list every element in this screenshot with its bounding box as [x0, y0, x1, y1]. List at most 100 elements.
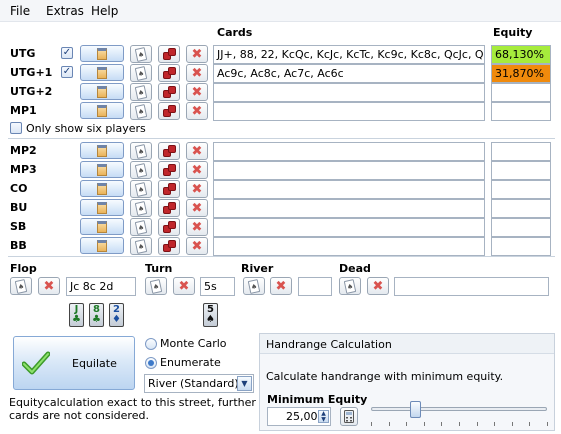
divider [8, 138, 555, 139]
notepad-icon [97, 239, 107, 252]
hand-range-input[interactable] [213, 218, 485, 237]
equilate-button[interactable]: Equilate [13, 336, 135, 390]
player-label: MP2 [10, 144, 37, 157]
range-editor-button[interactable] [80, 102, 124, 119]
hand-range-input[interactable] [213, 142, 485, 161]
card-icon: ♠ [134, 143, 148, 159]
six-players-checkbox[interactable] [10, 122, 22, 134]
range-editor-button[interactable] [80, 142, 124, 159]
random-hand-button[interactable] [158, 161, 180, 179]
board-card: 5 ♠ [203, 303, 218, 327]
hand-range-input[interactable]: Ac9c, Ac8c, Ac7c, Ac6c [213, 64, 485, 83]
dead-input[interactable] [394, 277, 549, 296]
player-label: MP3 [10, 163, 37, 176]
dice-icon [162, 85, 176, 99]
random-hand-button[interactable] [158, 83, 180, 101]
flop-clear-button[interactable]: ✖ [38, 277, 60, 295]
chevron-down-icon: ▼ [237, 376, 252, 391]
player-active-checkbox[interactable]: ✓ [61, 66, 73, 78]
enumerate-radio[interactable] [145, 357, 157, 369]
range-editor-button[interactable] [80, 199, 124, 216]
menu-extras[interactable]: Extras [46, 4, 84, 18]
clear-range-button[interactable]: ✖ [186, 161, 208, 179]
clear-range-button[interactable]: ✖ [186, 83, 208, 101]
equity-header: Equity [493, 26, 533, 39]
flop-card-picker-button[interactable]: ♠ [10, 277, 32, 295]
hand-range-input[interactable]: JJ+, 88, 22, KcQc, KcJc, KcTc, Kc9c, Kc8… [213, 45, 485, 64]
card-picker-button[interactable]: ♠ [130, 161, 152, 179]
card-picker-button[interactable]: ♠ [130, 83, 152, 101]
range-editor-button[interactable] [80, 180, 124, 197]
card-picker-button[interactable]: ♠ [130, 237, 152, 255]
hand-range-input[interactable] [213, 83, 485, 102]
river-input[interactable] [298, 277, 332, 296]
hand-range-input[interactable] [213, 237, 485, 256]
notepad-icon [97, 163, 107, 176]
hand-range-input[interactable] [213, 180, 485, 199]
random-hand-button[interactable] [158, 237, 180, 255]
range-editor-button[interactable] [80, 83, 124, 100]
range-editor-button[interactable] [80, 161, 124, 178]
slider-tick [459, 422, 460, 426]
clear-range-button[interactable]: ✖ [186, 180, 208, 198]
divider [8, 256, 555, 257]
range-editor-button[interactable] [80, 218, 124, 235]
enumerate-label: Enumerate [160, 356, 221, 369]
flop-input[interactable]: Jc 8c 2d [66, 277, 136, 296]
random-hand-button[interactable] [158, 64, 180, 82]
board-card-suit: ♦ [112, 314, 121, 325]
dice-icon [162, 163, 176, 177]
hand-range-input[interactable] [213, 161, 485, 180]
slider-tick [388, 422, 390, 426]
random-hand-button[interactable] [158, 218, 180, 236]
clear-range-button[interactable]: ✖ [186, 199, 208, 217]
dice-icon [162, 182, 176, 196]
monte-carlo-radio[interactable] [145, 338, 157, 350]
clear-range-button[interactable]: ✖ [186, 142, 208, 160]
card-picker-button[interactable]: ♠ [130, 102, 152, 120]
river-clear-button[interactable]: ✖ [270, 277, 292, 295]
player-active-checkbox[interactable]: ✓ [61, 47, 73, 59]
range-editor-button[interactable] [80, 45, 124, 62]
clear-range-button[interactable]: ✖ [186, 64, 208, 82]
card-picker-button[interactable]: ♠ [130, 180, 152, 198]
street-select[interactable]: River (Standard) ▼ [144, 374, 254, 393]
clear-range-button[interactable]: ✖ [186, 102, 208, 120]
turn-input[interactable]: 5s [200, 277, 235, 296]
range-editor-button[interactable] [80, 64, 124, 81]
card-picker-button[interactable]: ♠ [130, 218, 152, 236]
hand-range-input[interactable] [213, 102, 485, 121]
menu-file[interactable]: File [10, 4, 30, 18]
min-equity-slider-track[interactable] [371, 407, 547, 411]
card-icon: ♠ [134, 181, 148, 197]
turn-card-picker-button[interactable]: ♠ [145, 277, 167, 295]
min-equity-slider-thumb[interactable] [410, 401, 421, 418]
random-hand-button[interactable] [158, 45, 180, 63]
river-card-picker-button[interactable]: ♠ [243, 277, 265, 295]
card-icon: ♠ [247, 278, 261, 294]
equity-note: Equitycalculation exact to this street, … [9, 396, 256, 422]
clear-range-button[interactable]: ✖ [186, 237, 208, 255]
random-hand-button[interactable] [158, 199, 180, 217]
clear-range-button[interactable]: ✖ [186, 45, 208, 63]
random-hand-button[interactable] [158, 142, 180, 160]
menu-help[interactable]: Help [91, 4, 118, 18]
dead-clear-button[interactable]: ✖ [367, 277, 389, 295]
card-picker-button[interactable]: ♠ [130, 142, 152, 160]
min-equity-input[interactable]: 25,00 ▲ ▼ [267, 407, 331, 426]
hand-range-input[interactable] [213, 199, 485, 218]
dice-icon [162, 201, 176, 215]
spinner-icon[interactable]: ▲ ▼ [318, 410, 329, 423]
card-picker-button[interactable]: ♠ [130, 45, 152, 63]
card-picker-button[interactable]: ♠ [130, 199, 152, 217]
calculator-button[interactable] [340, 407, 358, 426]
player-label: SB [10, 220, 27, 233]
clear-range-button[interactable]: ✖ [186, 218, 208, 236]
random-hand-button[interactable] [158, 102, 180, 120]
card-picker-button[interactable]: ♠ [130, 64, 152, 82]
card-icon: ♠ [343, 278, 357, 294]
random-hand-button[interactable] [158, 180, 180, 198]
dead-card-picker-button[interactable]: ♠ [339, 277, 361, 295]
turn-clear-button[interactable]: ✖ [173, 277, 195, 295]
range-editor-button[interactable] [80, 237, 124, 254]
